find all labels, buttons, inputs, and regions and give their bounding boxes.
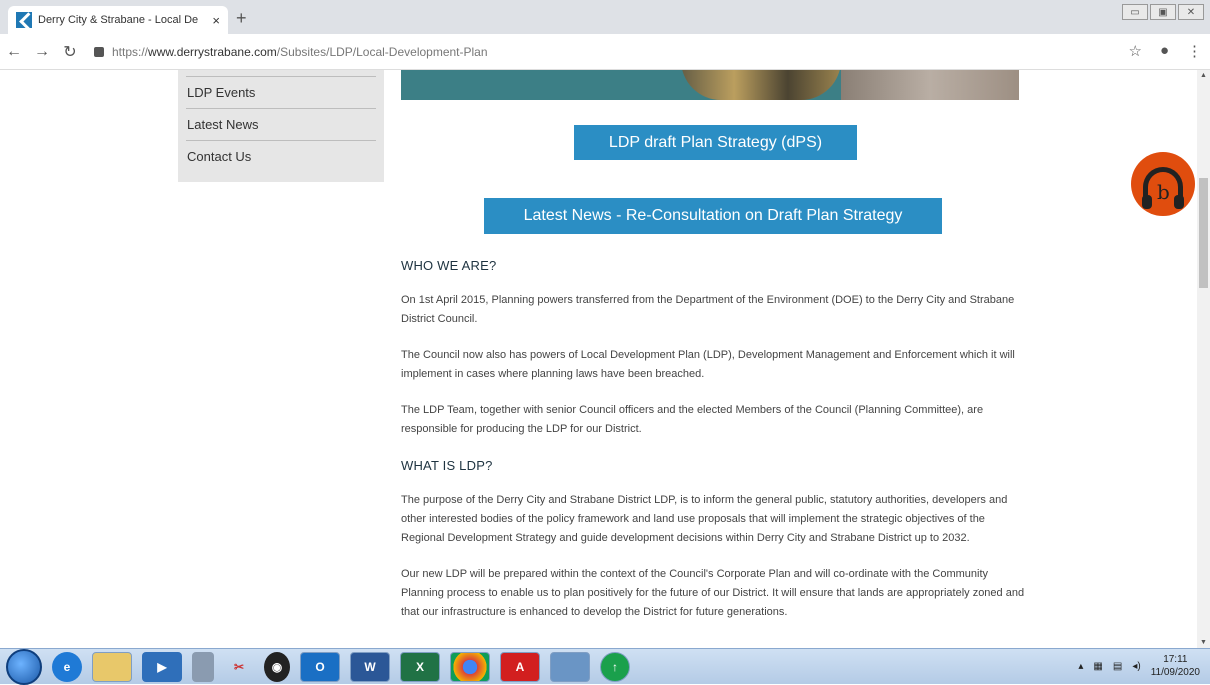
main-content: WHO WE ARE? On 1st April 2015, Planning … bbox=[401, 256, 1031, 639]
system-tray: ▴ ▦ ▤ ◂) 17:11 11/09/2020 bbox=[1078, 653, 1200, 679]
paragraph: The LDP Team, together with senior Counc… bbox=[401, 404, 984, 435]
file-explorer-icon[interactable] bbox=[92, 651, 132, 682]
new-tab-button[interactable]: + bbox=[236, 8, 247, 29]
scrollbar-thumb[interactable] bbox=[1199, 178, 1208, 288]
lock-icon bbox=[94, 46, 104, 57]
word-icon[interactable]: W bbox=[350, 651, 390, 682]
section-title-who-we-are: WHO WE ARE? bbox=[401, 258, 497, 273]
volume-icon[interactable]: ◂) bbox=[1132, 661, 1140, 672]
url-prefix: https:// bbox=[112, 44, 149, 59]
b-letter-logo: b bbox=[1157, 180, 1170, 204]
vertical-scrollbar[interactable]: ▲ ▼ bbox=[1197, 70, 1210, 648]
draft-plan-strategy-button[interactable]: LDP draft Plan Strategy (dPS) bbox=[574, 125, 857, 160]
close-window-button[interactable]: ✕ bbox=[1178, 4, 1204, 20]
upload-arrow-icon[interactable]: ↑ bbox=[600, 651, 630, 682]
bookmark-star-icon[interactable]: ☆ bbox=[1128, 42, 1141, 60]
sidebar-item-latest-news[interactable]: Latest News bbox=[186, 108, 376, 140]
window-controls: ▭ ▣ ✕ bbox=[1122, 4, 1204, 20]
site-favicon-icon bbox=[16, 12, 32, 28]
internet-explorer-icon[interactable]: e bbox=[52, 651, 82, 682]
hero-rubble-graphic bbox=[841, 70, 1019, 100]
clock-time: 17:11 bbox=[1163, 654, 1188, 665]
lock-app-icon[interactable]: ◉ bbox=[264, 651, 290, 682]
browsealoud-headphones-icon[interactable]: b bbox=[1131, 152, 1195, 216]
sidebar-item-ldp-events[interactable]: LDP Events bbox=[186, 76, 376, 108]
network-icon[interactable]: ▦ bbox=[1093, 661, 1102, 672]
minimize-button[interactable]: ▭ bbox=[1122, 4, 1148, 20]
address-bar: ← → ↻ https:// www.derrystrabane.com /Su… bbox=[0, 34, 1210, 70]
hero-image bbox=[401, 70, 1019, 100]
snipping-tool-icon[interactable]: ✂ bbox=[224, 652, 254, 682]
action-center-icon[interactable]: ▤ bbox=[1113, 661, 1122, 672]
acrobat-icon[interactable]: A bbox=[500, 651, 540, 682]
chrome-icon[interactable] bbox=[450, 651, 490, 682]
clock[interactable]: 17:11 11/09/2020 bbox=[1151, 653, 1200, 679]
url-domain: www.derrystrabane.com bbox=[148, 44, 277, 59]
hero-machinery-graphic bbox=[681, 70, 841, 100]
tray-expand-icon[interactable]: ▴ bbox=[1078, 661, 1083, 672]
start-button-icon[interactable] bbox=[6, 648, 42, 685]
scroll-down-icon[interactable]: ▼ bbox=[1200, 639, 1207, 646]
paragraph: The Council now also has powers of Local… bbox=[401, 349, 1015, 380]
reload-icon[interactable]: ↻ bbox=[56, 42, 84, 62]
back-arrow-icon[interactable]: ← bbox=[0, 43, 28, 61]
media-player-icon[interactable]: ▶ bbox=[142, 651, 182, 682]
web-page: LDP Events Latest News Contact Us LDP dr… bbox=[0, 70, 1197, 648]
section-title-what-is-ldp: WHAT IS LDP? bbox=[401, 458, 493, 473]
scroll-up-icon[interactable]: ▲ bbox=[1200, 72, 1207, 79]
maximize-button[interactable]: ▣ bbox=[1150, 4, 1176, 20]
latest-news-button[interactable]: Latest News - Re-Consultation on Draft P… bbox=[484, 198, 942, 234]
windows-taskbar: e ▶ ✂ ◉ O W X A ↑ ▴ ▦ ▤ ◂) 17:11 11/09/2… bbox=[0, 648, 1210, 685]
forward-arrow-icon[interactable]: → bbox=[28, 43, 56, 61]
sidebar-menu: LDP Events Latest News Contact Us bbox=[178, 70, 384, 182]
clock-date: 11/09/2020 bbox=[1150, 667, 1200, 678]
paragraph: Our new LDP will be prepared within the … bbox=[401, 568, 1025, 618]
tab-close-icon[interactable]: × bbox=[212, 13, 220, 28]
browser-tab-bar: Derry City & Strabane - Local De × + ▭ ▣… bbox=[0, 0, 1210, 34]
tab-title: Derry City & Strabane - Local De bbox=[38, 14, 199, 26]
browser-tab[interactable]: Derry City & Strabane - Local De × bbox=[8, 6, 228, 34]
url-field[interactable]: https:// www.derrystrabane.com /Subsites… bbox=[94, 45, 488, 59]
menu-dots-icon[interactable]: ⋮ bbox=[1187, 42, 1202, 60]
outlook-icon[interactable]: O bbox=[300, 651, 340, 682]
paragraph: The purpose of the Derry City and Straba… bbox=[401, 494, 1008, 544]
address-bar-actions: ☆ ● ⋮ bbox=[1128, 42, 1202, 60]
photos-icon[interactable] bbox=[550, 651, 590, 682]
paragraph: On 1st April 2015, Planning powers trans… bbox=[401, 294, 1015, 325]
calculator-icon[interactable] bbox=[192, 651, 214, 682]
excel-icon[interactable]: X bbox=[400, 651, 440, 682]
account-icon[interactable]: ● bbox=[1160, 42, 1169, 60]
sidebar-item-contact-us[interactable]: Contact Us bbox=[186, 140, 376, 172]
url-path: /Subsites/LDP/Local-Development-Plan bbox=[276, 44, 488, 59]
